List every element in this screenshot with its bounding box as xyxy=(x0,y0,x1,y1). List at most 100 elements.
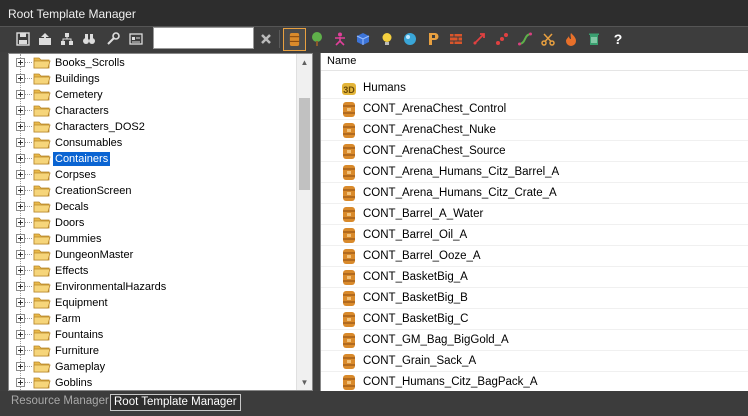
tree-item[interactable]: Effects xyxy=(9,263,299,279)
container-filter-button[interactable] xyxy=(283,28,306,51)
item-filter-icon[interactable] xyxy=(354,30,372,48)
tree-connector xyxy=(25,142,32,143)
fire-filter-icon[interactable] xyxy=(562,30,580,48)
expand-icon[interactable] xyxy=(16,154,25,163)
barrel-icon xyxy=(343,144,355,159)
scroll-thumb[interactable] xyxy=(299,98,310,190)
tree-filter-icon[interactable] xyxy=(308,30,326,48)
tree-item[interactable]: Characters_DOS2 xyxy=(9,119,299,135)
projectile-filter-icon[interactable] xyxy=(470,30,488,48)
folder-icon xyxy=(33,249,51,261)
expand-icon[interactable] xyxy=(16,186,25,195)
tree-item[interactable]: Dummies xyxy=(9,231,299,247)
list-item[interactable]: CONT_ArenaChest_Control xyxy=(321,99,748,120)
list-item[interactable]: CONT_Arena_Humans_Citz_Barrel_A xyxy=(321,162,748,183)
trash-filter-icon[interactable] xyxy=(585,30,603,48)
expand-icon[interactable] xyxy=(16,250,25,259)
tree-item[interactable]: Consumables xyxy=(9,135,299,151)
tree-item[interactable]: Corpses xyxy=(9,167,299,183)
scroll-up-icon[interactable]: ▲ xyxy=(297,54,312,70)
expand-icon[interactable] xyxy=(16,218,25,227)
wrench-icon[interactable] xyxy=(104,30,122,48)
expand-icon[interactable] xyxy=(16,90,25,99)
trigger-filter-icon[interactable] xyxy=(401,30,419,48)
tree-item[interactable]: Decals xyxy=(9,199,299,215)
tree-item[interactable]: CreationScreen xyxy=(9,183,299,199)
tree-item-label: Consumables xyxy=(55,137,123,149)
scissors-filter-icon[interactable] xyxy=(539,30,557,48)
expand-icon[interactable] xyxy=(16,234,25,243)
export-icon[interactable] xyxy=(36,30,54,48)
tree-item[interactable]: Buildings xyxy=(9,71,299,87)
expand-icon[interactable] xyxy=(16,362,25,371)
list-item[interactable]: CONT_Humans_Citz_BagPack_A xyxy=(321,372,748,391)
tree-item[interactable]: Characters xyxy=(9,103,299,119)
list-item[interactable]: CONT_Barrel_Ooze_A xyxy=(321,246,748,267)
expand-icon[interactable] xyxy=(16,282,25,291)
tree-item[interactable]: EnvironmentalHazards xyxy=(9,279,299,295)
properties-icon[interactable] xyxy=(127,30,145,48)
light-filter-icon[interactable] xyxy=(378,30,396,48)
expand-icon[interactable] xyxy=(16,106,25,115)
list-item[interactable]: CONT_ArenaChest_Nuke xyxy=(321,120,748,141)
tree-item[interactable]: DungeonMaster xyxy=(9,247,299,263)
hierarchy-icon[interactable] xyxy=(58,30,76,48)
tree-item[interactable]: Furniture xyxy=(9,343,299,359)
expand-icon[interactable] xyxy=(16,346,25,355)
tab-resource-manager[interactable]: Resource Manager xyxy=(8,394,112,411)
help-button[interactable]: ? xyxy=(609,30,627,48)
expand-icon[interactable] xyxy=(16,74,25,83)
tab-root-template-manager[interactable]: Root Template Manager xyxy=(110,394,241,411)
list-item[interactable]: CONT_BasketBig_A xyxy=(321,267,748,288)
folder-icon xyxy=(33,377,51,389)
expand-icon[interactable] xyxy=(16,58,25,67)
template-list[interactable]: Name 3D Humans CONT_ArenaChest_Control CONT… xyxy=(320,53,748,391)
tree-item[interactable]: Fountains xyxy=(9,327,299,343)
name-column-header[interactable]: Name xyxy=(321,53,748,71)
folder-icon xyxy=(33,297,51,309)
wall-filter-icon[interactable] xyxy=(447,30,465,48)
scroll-down-icon[interactable]: ▼ xyxy=(297,374,312,390)
tree-item[interactable]: Farm xyxy=(9,311,299,327)
decal-filter-icon[interactable] xyxy=(424,30,442,48)
tree-item[interactable]: Doors xyxy=(9,215,299,231)
tree-item[interactable]: Containers xyxy=(9,151,299,167)
clear-icon[interactable] xyxy=(257,30,275,48)
list-item[interactable]: CONT_Barrel_A_Water xyxy=(321,204,748,225)
list-item-label: CONT_ArenaChest_Control xyxy=(363,103,507,115)
expand-icon[interactable] xyxy=(16,378,25,387)
expand-icon[interactable] xyxy=(16,122,25,131)
list-item[interactable]: CONT_Grain_Sack_A xyxy=(321,351,748,372)
search-input[interactable] xyxy=(153,27,254,49)
expand-icon[interactable] xyxy=(16,202,25,211)
tree-item[interactable]: Goblins xyxy=(9,375,299,390)
list-item[interactable]: CONT_Arena_Humans_Citz_Crate_A xyxy=(321,183,748,204)
tree-item[interactable]: Gameplay xyxy=(9,359,299,375)
list-item[interactable]: CONT_GM_Bag_BigGold_A xyxy=(321,330,748,351)
character-filter-icon[interactable] xyxy=(331,30,349,48)
list-item[interactable]: CONT_BasketBig_B xyxy=(321,288,748,309)
surface-filter-icon[interactable] xyxy=(493,30,511,48)
expand-icon[interactable] xyxy=(16,138,25,147)
binoculars-icon[interactable] xyxy=(80,30,98,48)
folder-icon xyxy=(33,89,51,101)
save-icon[interactable] xyxy=(14,30,32,48)
tree-connector xyxy=(25,94,32,95)
expand-icon[interactable] xyxy=(16,170,25,179)
tree-item[interactable]: Books_Scrolls xyxy=(9,55,299,71)
list-item[interactable]: CONT_BasketBig_C xyxy=(321,309,748,330)
spline-filter-icon[interactable] xyxy=(516,30,534,48)
expand-icon[interactable] xyxy=(16,330,25,339)
expand-icon[interactable] xyxy=(16,298,25,307)
tree-item[interactable]: Equipment xyxy=(9,295,299,311)
list-item[interactable]: CONT_ArenaChest_Source xyxy=(321,141,748,162)
list-item[interactable]: 3D Humans xyxy=(321,78,748,99)
tree-scrollbar[interactable]: ▲ ▼ xyxy=(296,54,312,390)
expand-icon[interactable] xyxy=(16,314,25,323)
tree-item-label: Doors xyxy=(55,217,85,229)
folder-tree[interactable]: Books_Scrolls Buildings Cemetery Characters… xyxy=(8,53,313,391)
list-item-label: CONT_Humans_Citz_BagPack_A xyxy=(363,376,538,388)
tree-item[interactable]: Cemetery xyxy=(9,87,299,103)
expand-icon[interactable] xyxy=(16,266,25,275)
list-item[interactable]: CONT_Barrel_Oil_A xyxy=(321,225,748,246)
